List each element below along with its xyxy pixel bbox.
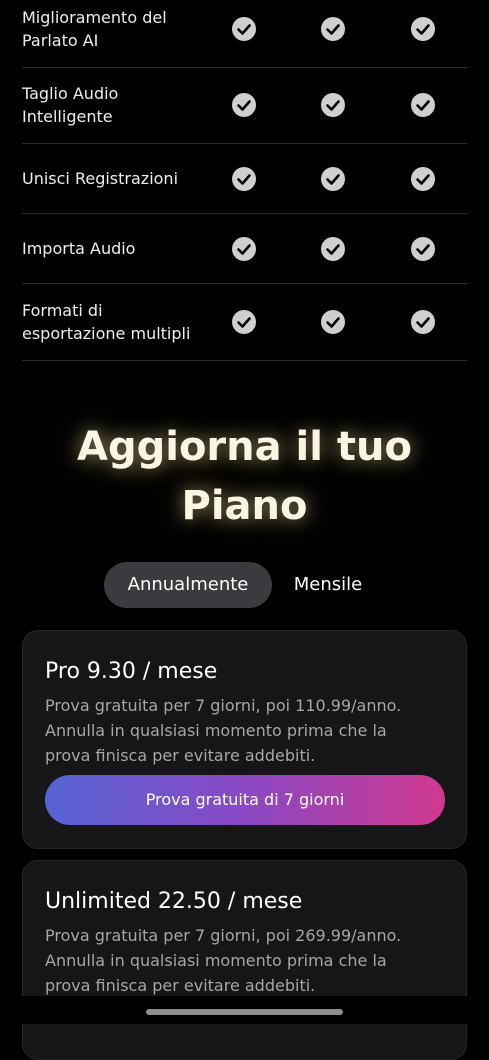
- check-circle-icon: [232, 237, 256, 261]
- plan-title: Unlimited 22.50 / mese: [45, 889, 303, 914]
- plan-description: Prova gratuita per 7 giorni, poi 110.99/…: [45, 696, 402, 765]
- feature-row: Unisci Registrazioni: [22, 144, 467, 214]
- check-circle-icon: [411, 310, 435, 334]
- feature-row: Taglio Audio Intelligente: [22, 68, 467, 144]
- plan-card-unlimited[interactable]: Unlimited 22.50 / mese Prova gratuita pe…: [22, 860, 467, 1060]
- home-indicator[interactable]: [146, 1009, 343, 1015]
- feature-label: Unisci Registrazioni: [22, 169, 179, 188]
- plan-description: Prova gratuita per 7 giorni, poi 269.99/…: [45, 926, 402, 995]
- plan-card-pro[interactable]: Pro 9.30 / mese Prova gratuita per 7 gio…: [22, 630, 467, 849]
- check-circle-icon: [232, 310, 256, 334]
- plan-title: Pro 9.30 / mese: [45, 659, 218, 684]
- check-circle-icon: [411, 17, 435, 41]
- check-circle-icon: [411, 167, 435, 191]
- check-circle-icon: [411, 237, 435, 261]
- feature-label: Formati di esportazione multipli: [22, 301, 191, 343]
- feature-row: Importa Audio: [22, 214, 467, 284]
- check-circle-icon: [321, 237, 345, 261]
- check-circle-icon: [411, 93, 435, 117]
- check-circle-icon: [232, 93, 256, 117]
- check-circle-icon: [232, 17, 256, 41]
- free-trial-button[interactable]: Prova gratuita di 7 giorni: [45, 775, 445, 825]
- check-circle-icon: [321, 310, 345, 334]
- feature-row: Formati di esportazione multipli: [22, 284, 467, 361]
- page-title: Aggiorna il tuo Piano: [77, 424, 412, 529]
- check-circle-icon: [321, 167, 345, 191]
- check-circle-icon: [232, 167, 256, 191]
- feature-label: Taglio Audio Intelligente: [22, 84, 119, 126]
- check-circle-icon: [321, 93, 345, 117]
- feature-label: Importa Audio: [22, 239, 136, 258]
- feature-label: Miglioramento del Parlato AI: [22, 8, 167, 50]
- tab-annually[interactable]: Annualmente: [104, 562, 272, 608]
- tab-monthly[interactable]: Mensile: [276, 562, 380, 608]
- feature-row: Miglioramento del Parlato AI: [22, 0, 467, 68]
- check-circle-icon: [321, 17, 345, 41]
